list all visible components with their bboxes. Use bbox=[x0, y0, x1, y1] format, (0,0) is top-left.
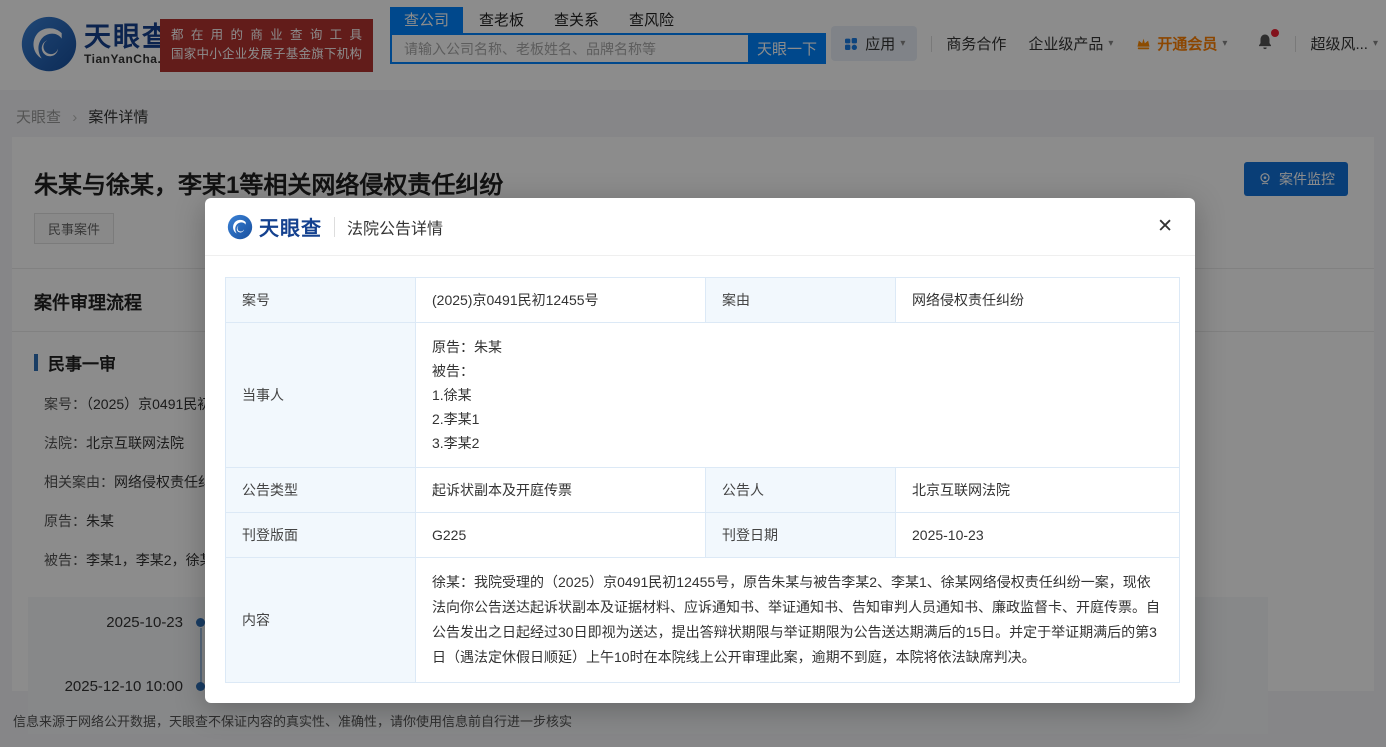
value-parties: 原告：朱某 被告： 1.徐某 2.李某1 3.李某2 bbox=[416, 323, 1180, 468]
tianyancha-logo-icon bbox=[227, 214, 253, 240]
value-announcer: 北京互联网法院 bbox=[896, 468, 1180, 513]
value-announcement-type: 起诉状副本及开庭传票 bbox=[416, 468, 706, 513]
label-cause: 案由 bbox=[706, 278, 896, 323]
table-row: 刊登版面 G225 刊登日期 2025-10-23 bbox=[226, 513, 1180, 558]
value-case-no: (2025)京0491民初12455号 bbox=[416, 278, 706, 323]
modal-title: 法院公告详情 bbox=[347, 215, 443, 239]
close-icon[interactable]: ✕ bbox=[1157, 217, 1173, 236]
table-row: 案号 (2025)京0491民初12455号 案由 网络侵权责任纠纷 bbox=[226, 278, 1180, 323]
value-publication-date: 2025-10-23 bbox=[896, 513, 1180, 558]
label-case-no: 案号 bbox=[226, 278, 416, 323]
modal-header: 天眼查 法院公告详情 ✕ bbox=[205, 198, 1195, 256]
modal-header-divider bbox=[334, 217, 335, 237]
label-parties: 当事人 bbox=[226, 323, 416, 468]
label-announcement-type: 公告类型 bbox=[226, 468, 416, 513]
value-cause: 网络侵权责任纠纷 bbox=[896, 278, 1180, 323]
court-announcement-modal: 天眼查 法院公告详情 ✕ 案号 (2025)京0491民初12455号 案由 网… bbox=[205, 198, 1195, 703]
value-publication-page: G225 bbox=[416, 513, 706, 558]
modal-brand-text: 天眼查 bbox=[259, 212, 322, 241]
label-publication-date: 刊登日期 bbox=[706, 513, 896, 558]
value-content: 徐某：我院受理的（2025）京0491民初12455号，原告朱某与被告李某2、李… bbox=[416, 558, 1180, 683]
announcement-table: 案号 (2025)京0491民初12455号 案由 网络侵权责任纠纷 当事人 原… bbox=[225, 277, 1180, 683]
table-row: 公告类型 起诉状副本及开庭传票 公告人 北京互联网法院 bbox=[226, 468, 1180, 513]
label-publication-page: 刊登版面 bbox=[226, 513, 416, 558]
table-row: 内容 徐某：我院受理的（2025）京0491民初12455号，原告朱某与被告李某… bbox=[226, 558, 1180, 683]
label-announcer: 公告人 bbox=[706, 468, 896, 513]
table-row: 当事人 原告：朱某 被告： 1.徐某 2.李某1 3.李某2 bbox=[226, 323, 1180, 468]
label-content: 内容 bbox=[226, 558, 416, 683]
